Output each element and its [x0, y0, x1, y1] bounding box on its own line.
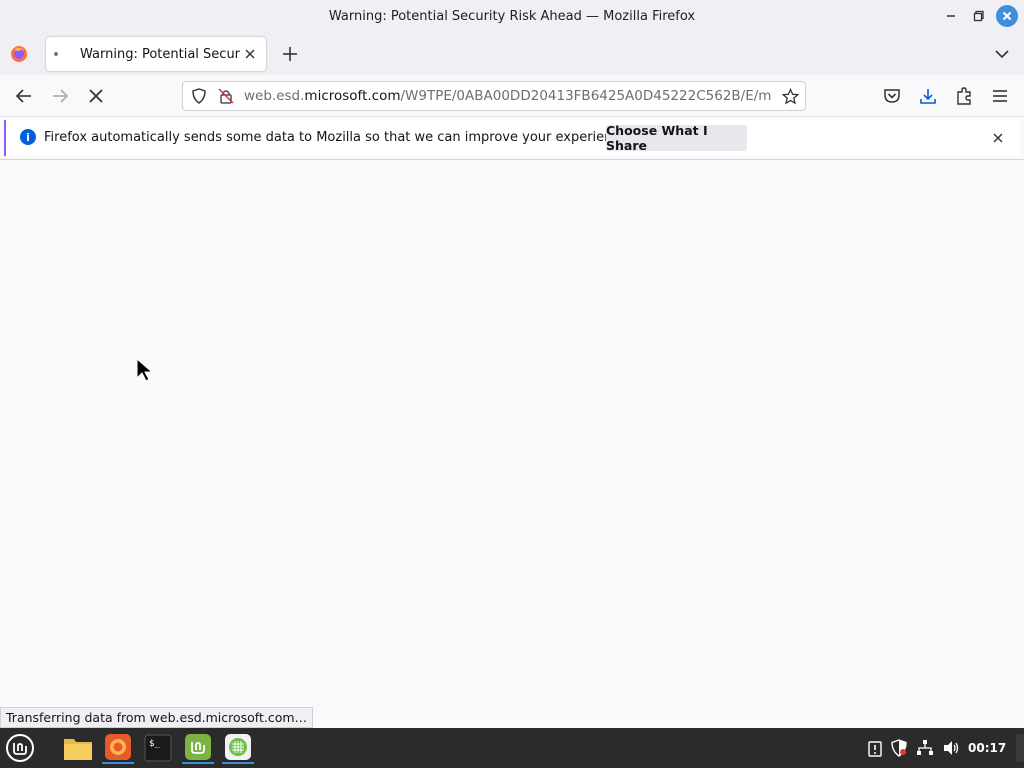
list-all-tabs-button[interactable]	[992, 44, 1012, 64]
taskbar: $_ 00:17	[0, 728, 1024, 768]
shield-icon	[192, 88, 206, 104]
tab-active[interactable]: Warning: Potential Security Risk Ahead	[46, 37, 266, 71]
shield-tray-icon[interactable]	[890, 739, 908, 757]
close-icon	[245, 49, 255, 59]
close-icon	[1002, 11, 1012, 21]
notification-text: Firefox automatically sends some data to…	[44, 130, 632, 145]
tracking-protection-button[interactable]	[191, 88, 207, 104]
grid-app-icon	[225, 734, 251, 760]
window-titlebar: Warning: Potential Security Risk Ahead —…	[0, 0, 1024, 33]
minimize-icon	[947, 15, 955, 17]
firefox-icon	[105, 734, 131, 760]
minimize-button[interactable]	[940, 5, 962, 27]
site-info-button[interactable]	[218, 88, 234, 104]
mint-menu-button[interactable]	[4, 732, 36, 764]
terminal-launcher[interactable]: $_	[142, 732, 174, 764]
arrow-left-icon	[15, 89, 31, 103]
arrow-right-icon	[53, 89, 69, 103]
firefox-launcher[interactable]	[102, 732, 134, 764]
puzzle-icon	[957, 87, 971, 105]
status-panel: Transferring data from web.esd.microsoft…	[0, 707, 314, 728]
close-icon	[993, 133, 1003, 143]
svg-text:$_: $_	[149, 739, 160, 749]
spreadsheet-launcher[interactable]	[222, 732, 254, 764]
back-button[interactable]	[14, 86, 34, 106]
firefox-logo-icon	[11, 46, 27, 62]
app-menu-button[interactable]	[990, 86, 1010, 106]
plus-icon	[283, 47, 297, 61]
forward-button[interactable]	[50, 86, 70, 106]
files-launcher[interactable]	[62, 732, 94, 764]
choose-what-i-share-button[interactable]: Choose What I Share	[606, 123, 747, 153]
restore-icon	[973, 10, 984, 22]
insecure-lock-icon	[218, 88, 234, 104]
pocket-button[interactable]	[882, 86, 902, 106]
firefox-view-button[interactable]	[10, 45, 28, 63]
page-content[interactable]	[0, 160, 1024, 726]
close-window-button[interactable]	[996, 5, 1018, 27]
url-host-domain: microsoft.com	[304, 88, 401, 104]
mint-app-icon	[185, 734, 211, 760]
tab-label: Warning: Potential Security Risk Ahead	[80, 46, 240, 62]
window-controls	[940, 5, 1018, 27]
info-icon: i	[20, 129, 36, 145]
url-path: /W9TPE/0ABA00DD20413FB6425A0D45222C562B/…	[400, 88, 772, 104]
hamburger-icon	[993, 90, 1007, 102]
mint-update-launcher[interactable]	[182, 732, 214, 764]
show-desktop-button[interactable]	[1016, 734, 1024, 762]
navigation-toolbar: web.esd.microsoft.com/W9TPE/0ABA00DD2041…	[0, 75, 1024, 117]
url-host-prefix: web.esd.	[244, 88, 305, 104]
terminal-icon: $_	[144, 734, 172, 762]
stop-button[interactable]	[86, 86, 106, 106]
clock[interactable]: 00:17	[968, 741, 1006, 755]
volume-tray-icon[interactable]	[942, 739, 960, 757]
downloads-button[interactable]	[918, 86, 938, 106]
folder-icon	[64, 739, 92, 760]
network-tray-icon[interactable]	[916, 739, 934, 757]
maximize-button[interactable]	[968, 5, 990, 27]
pocket-icon	[884, 89, 900, 103]
new-tab-button[interactable]	[280, 44, 300, 64]
stop-icon	[89, 89, 103, 103]
download-icon	[920, 89, 936, 104]
star-icon	[781, 87, 800, 105]
data-reporting-notification: i Firefox automatically sends some data …	[4, 120, 1020, 156]
notification-close-button[interactable]	[990, 130, 1006, 146]
tab-loading-dot	[54, 52, 58, 56]
tab-close-button[interactable]	[242, 46, 258, 62]
chevron-down-icon	[995, 50, 1009, 59]
window-title: Warning: Potential Security Risk Ahead —…	[328, 9, 696, 24]
extensions-button[interactable]	[954, 86, 974, 106]
mouse-cursor-icon	[136, 358, 154, 382]
url-bar[interactable]: web.esd.microsoft.com/W9TPE/0ABA00DD2041…	[182, 81, 806, 111]
tab-strip: Warning: Potential Security Risk Ahead	[0, 33, 1024, 75]
bookmark-star-button[interactable]	[781, 87, 800, 105]
linux-mint-logo-icon	[6, 734, 34, 762]
clipboard-tray-icon[interactable]	[866, 739, 884, 757]
url-text[interactable]: web.esd.microsoft.com/W9TPE/0ABA00DD2041…	[244, 88, 772, 104]
